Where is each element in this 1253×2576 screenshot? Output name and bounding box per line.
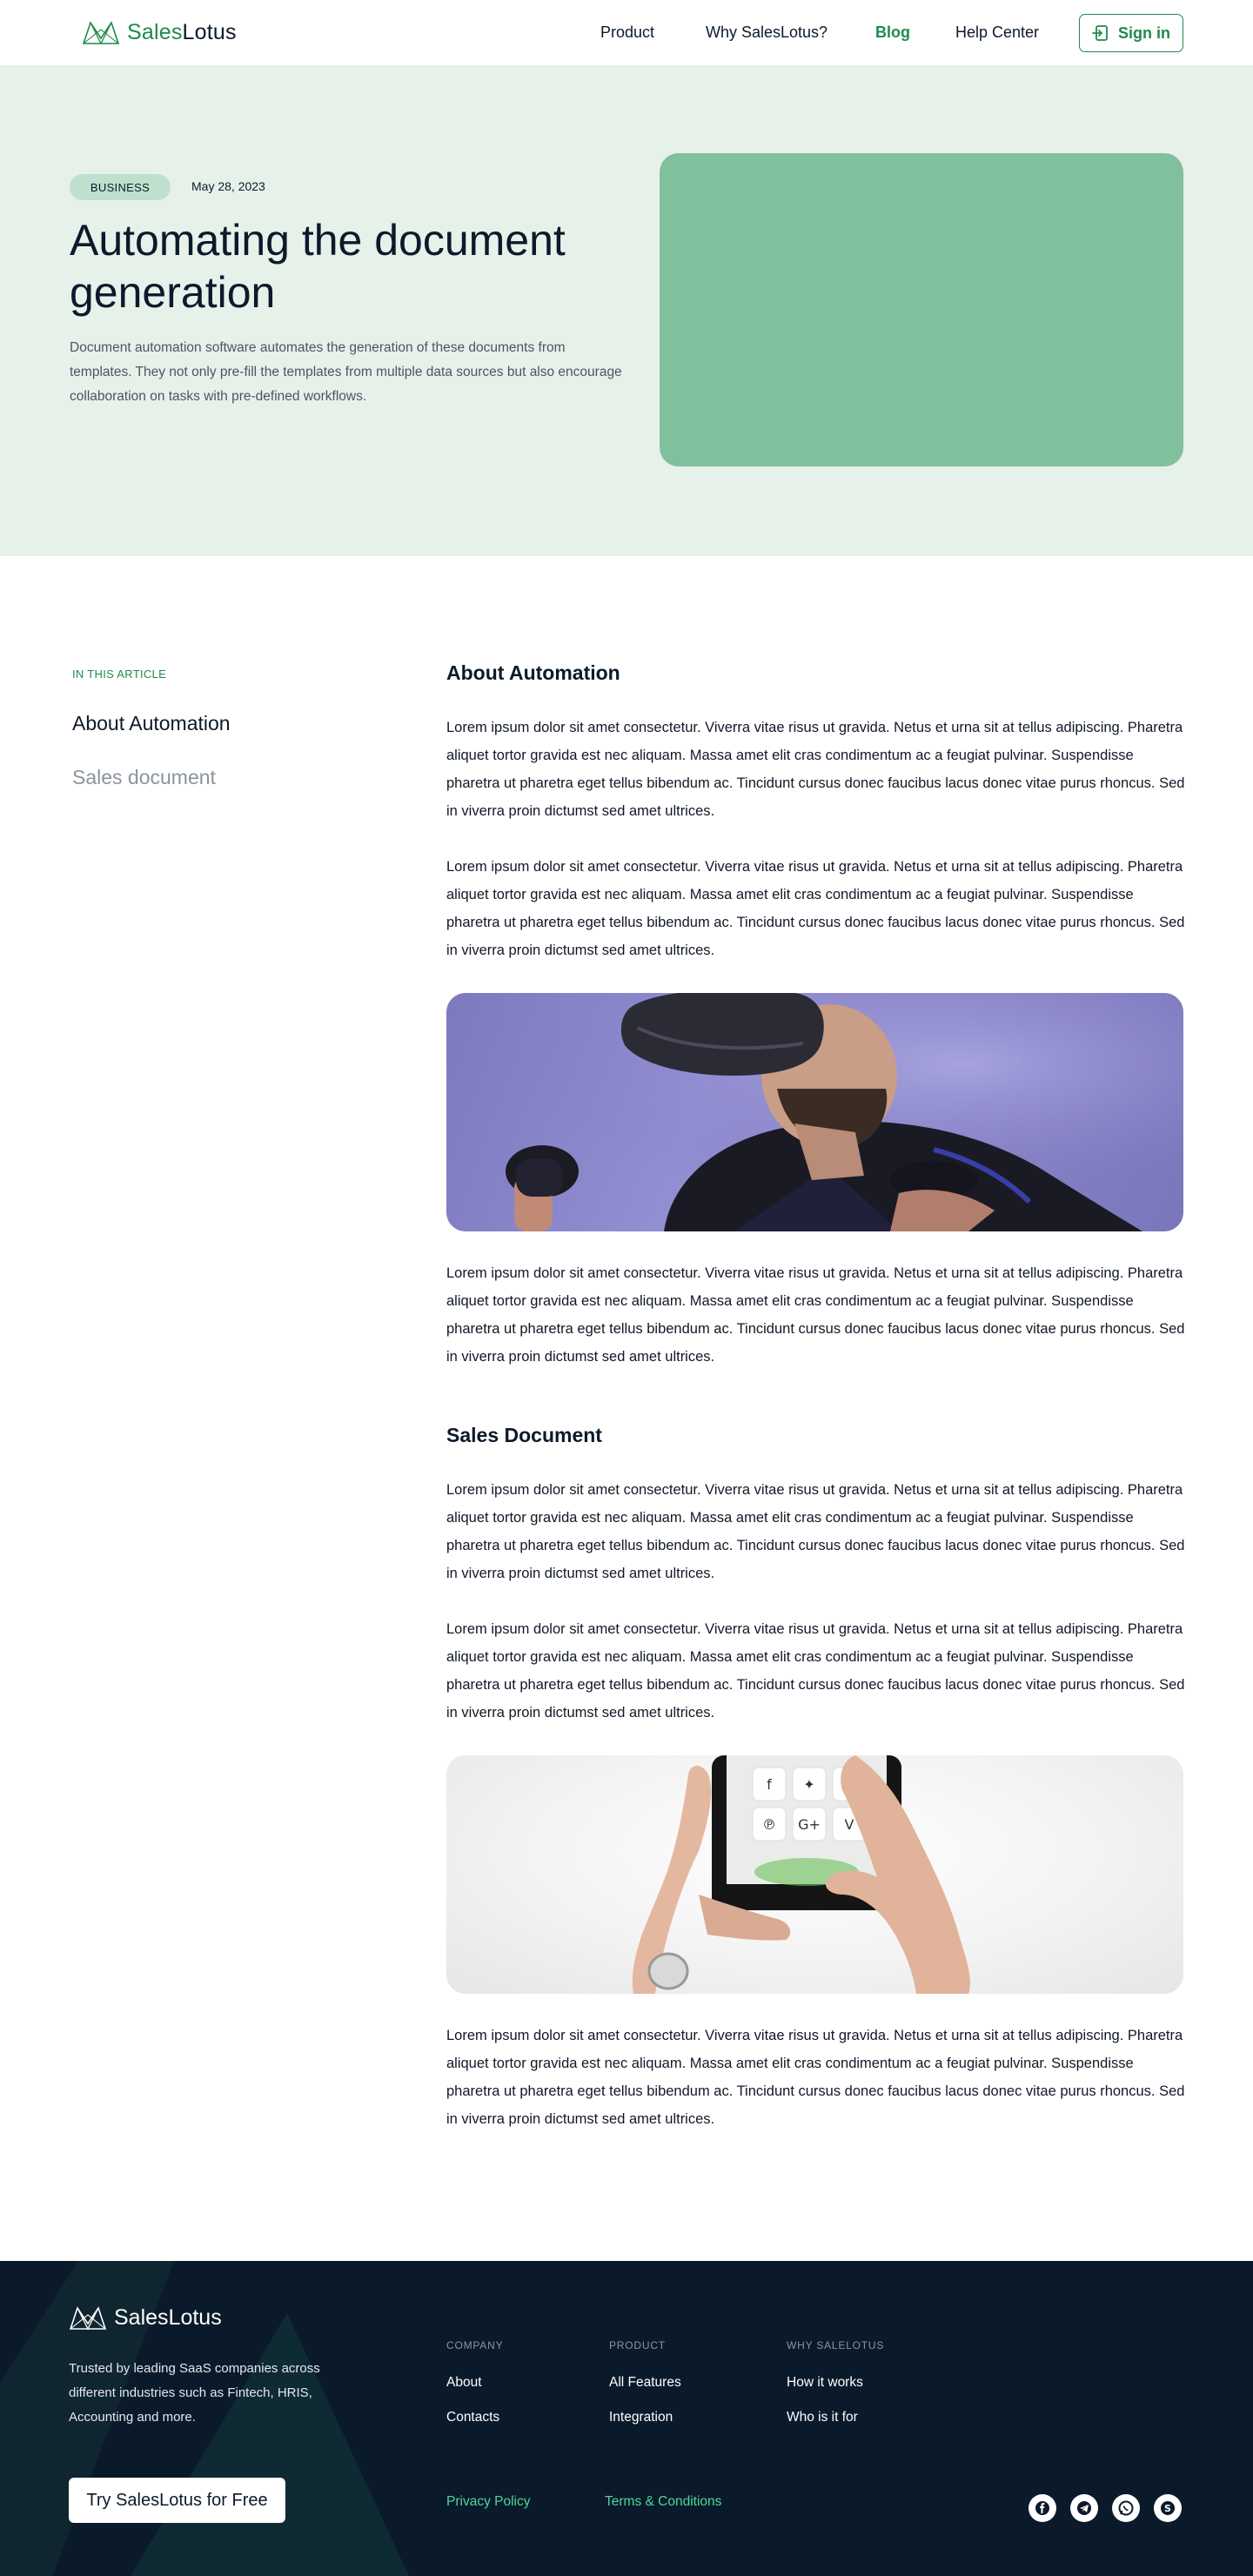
page-title: Automating the document generation (70, 216, 566, 317)
section-heading-sales-document: Sales Document (446, 1424, 602, 1446)
section-heading-about-automation: About Automation (446, 661, 620, 684)
toc-item-sales-document[interactable]: Sales document (72, 766, 216, 789)
sign-in-label: Sign in (1118, 23, 1170, 42)
privacy-policy-link[interactable]: Privacy Policy (446, 2494, 530, 2510)
sign-in-icon (1092, 25, 1108, 41)
svg-text:G+: G+ (798, 1816, 821, 1833)
nav-why-saleslotus[interactable]: Why SalesLotus? (706, 23, 828, 42)
footer-col-heading-why: WHY SALELOTUS (787, 2339, 885, 2351)
svg-text:℗: ℗ (762, 1816, 776, 1833)
vr-photo-illustration (446, 993, 1183, 1231)
article-paragraph: Lorem ipsum dolor sit amet consectetur. … (446, 859, 1185, 958)
svg-text:S: S (1164, 2503, 1171, 2514)
skype-icon[interactable]: S (1154, 2494, 1182, 2522)
post-date: May 28, 2023 (191, 179, 265, 193)
telegram-icon[interactable] (1070, 2494, 1098, 2522)
lotus-logo-icon (69, 2306, 107, 2331)
brand-name-part2: Lotus (182, 19, 237, 44)
hero-description: Document automation software automates t… (70, 340, 622, 404)
footer-link-contacts[interactable]: Contacts (446, 2410, 499, 2425)
footer-link-who-is-it-for[interactable]: Who is it for (787, 2410, 858, 2425)
footer-col-heading-product: PRODUCT (609, 2339, 666, 2351)
nav-help-center[interactable]: Help Center (955, 23, 1039, 42)
vr-headset-photo (446, 993, 1183, 1231)
footer-link-integration[interactable]: Integration (609, 2410, 673, 2425)
sign-in-button[interactable]: Sign in (1079, 14, 1183, 52)
category-badge[interactable]: BUSINESS (70, 174, 171, 200)
toc-item-about-automation[interactable]: About Automation (72, 712, 231, 735)
brand-name-part1: Sales (127, 19, 183, 44)
svg-text:f: f (767, 1776, 772, 1793)
lotus-logo-icon (82, 21, 120, 45)
hero-image-placeholder (660, 153, 1183, 466)
nav-product[interactable]: Product (600, 23, 654, 42)
toc-label: IN THIS ARTICLE (72, 667, 167, 681)
phone-photo-illustration: f ✦ ◎ ℗ G+ V (632, 1755, 970, 1994)
try-free-button[interactable]: Try SalesLotus for Free (69, 2478, 285, 2523)
phone-social-apps-photo: f ✦ ◎ ℗ G+ V (446, 1755, 1183, 1994)
svg-text:✦: ✦ (803, 1776, 814, 1793)
article-paragraph: Lorem ipsum dolor sit amet consectetur. … (446, 720, 1185, 819)
svg-text:V: V (845, 1816, 854, 1833)
footer-brand-logo[interactable]: SalesLotus (69, 2304, 222, 2331)
site-header: SalesLotus Product Why SalesLotus? Blog … (0, 0, 1253, 66)
nav-blog[interactable]: Blog (875, 23, 910, 42)
footer-description: Trusted by leading SaaS companies across… (69, 2361, 320, 2425)
site-footer: SalesLotus Trusted by leading SaaS compa… (0, 2261, 1253, 2576)
terms-conditions-link[interactable]: Terms & Conditions (605, 2494, 721, 2510)
facebook-icon[interactable] (1029, 2494, 1056, 2522)
hero-section: BUSINESS May 28, 2023 Automating the doc… (0, 66, 1253, 556)
whatsapp-icon[interactable] (1112, 2494, 1140, 2522)
article-paragraph: Lorem ipsum dolor sit amet consectetur. … (446, 1621, 1185, 1721)
footer-link-how-it-works[interactable]: How it works (787, 2375, 863, 2391)
footer-brand-name: SalesLotus (114, 2304, 222, 2330)
article-paragraph: Lorem ipsum dolor sit amet consectetur. … (446, 2028, 1185, 2127)
article-paragraph: Lorem ipsum dolor sit amet consectetur. … (446, 1265, 1185, 1365)
article-paragraph: Lorem ipsum dolor sit amet consectetur. … (446, 1482, 1185, 1581)
brand-logo[interactable]: SalesLotus (82, 19, 237, 45)
footer-col-heading-company: COMPANY (446, 2339, 504, 2351)
footer-link-about[interactable]: About (446, 2375, 482, 2391)
footer-link-all-features[interactable]: All Features (609, 2375, 681, 2391)
